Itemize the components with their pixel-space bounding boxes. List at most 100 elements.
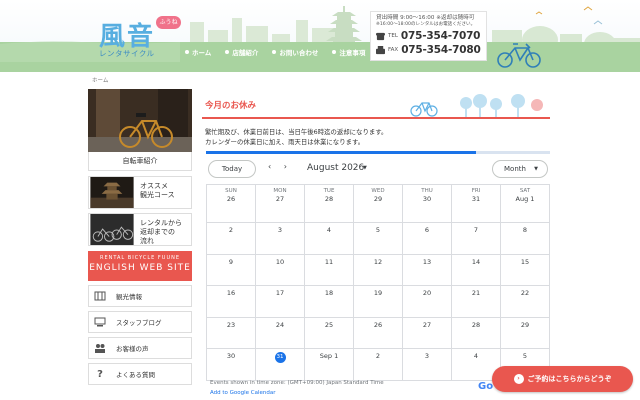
day-cell[interactable]: 15 bbox=[501, 254, 550, 286]
day-cell[interactable]: 6 bbox=[403, 223, 452, 255]
day-cell[interactable]: 25 bbox=[305, 317, 354, 349]
bicycle-photo[interactable] bbox=[88, 89, 192, 152]
bullet-icon bbox=[332, 50, 337, 54]
day-cell[interactable]: 12 bbox=[354, 254, 403, 286]
main-content: 今月のお休み 繁忙期及び、休業日前日は、当日午後6時迄の返却になります。 カレン… bbox=[202, 89, 550, 147]
sidebar-item-sightseeing[interactable]: 観光情報 bbox=[88, 285, 192, 307]
breadcrumb-home[interactable]: ホーム bbox=[92, 78, 108, 84]
add-to-google-calendar-link[interactable]: Add to Google Calendar bbox=[210, 390, 276, 396]
month-label[interactable]: August 2026 bbox=[307, 163, 364, 173]
question-icon: ? bbox=[97, 368, 103, 380]
day-cell[interactable]: 8 bbox=[501, 223, 550, 255]
sidebar-item-blog[interactable]: スタッフブログ bbox=[88, 311, 192, 333]
nav-item-contact[interactable]: お問い合わせ bbox=[272, 47, 318, 57]
day-cell[interactable]: 11 bbox=[305, 254, 354, 286]
english-site-banner[interactable]: RENTAL BICYCLE FUUNE ENGLISH WEB SITE bbox=[88, 251, 192, 281]
bicycle-photo-illustration bbox=[88, 89, 192, 152]
map-icon bbox=[89, 286, 111, 306]
day-cell[interactable]: 2 bbox=[207, 223, 256, 255]
day-cell[interactable]: 29 bbox=[501, 317, 550, 349]
day-cell[interactable]: 28 bbox=[452, 317, 501, 349]
fax-row: FAX 075-354-7080 bbox=[376, 44, 481, 56]
timezone-text: Events shown in time zone: (GMT+09:00) J… bbox=[210, 380, 384, 386]
reservation-button-label: ご予約はこちらからどうぞ bbox=[527, 375, 612, 383]
caret-down-icon[interactable]: ▼ bbox=[363, 165, 367, 171]
day-cell[interactable]: 5 bbox=[354, 223, 403, 255]
rental-flow-label: レンタルから 返却までの 流れ bbox=[140, 219, 182, 245]
prev-month-button[interactable]: ‹ bbox=[268, 162, 271, 171]
sidebar-item-label: 観光情報 bbox=[116, 293, 142, 301]
nav-item-shop[interactable]: 店舗紹介 bbox=[225, 47, 258, 57]
english-banner-small: RENTAL BICYCLE FUUNE bbox=[99, 255, 181, 261]
calendar-toolbar: Today ‹ › August 2026 ▼ Month ▼ bbox=[206, 154, 550, 184]
pagoda-thumbnail bbox=[90, 177, 134, 208]
calendar-week-row: 23 24 25 26 27 28 29 bbox=[207, 317, 550, 349]
day-cell[interactable]: MON 27 bbox=[256, 185, 305, 223]
next-month-button[interactable]: › bbox=[284, 162, 287, 171]
sidebar-item-label: お客様の声 bbox=[116, 345, 149, 353]
tel-row[interactable]: TEL 075-354-7070 bbox=[376, 30, 481, 42]
day-cell[interactable]: 17 bbox=[256, 286, 305, 318]
breadcrumb[interactable]: ホーム bbox=[92, 76, 108, 84]
hours-note: ※16:00～18:00のレンタルはお電話ください。 bbox=[376, 22, 476, 27]
site-header: 風音 ふうね レンタサイクル ホーム 店舗紹介 お問い合わせ 注意事項 貸出時間… bbox=[0, 0, 640, 72]
day-cell[interactable]: TUE 28 bbox=[305, 185, 354, 223]
view-selector[interactable]: Month ▼ bbox=[492, 160, 548, 178]
holiday-notice: 繁忙期及び、休業日前日は、当日午後6時迄の返却になります。 カレンダーの休業日に… bbox=[202, 127, 550, 147]
today-marker: 31 bbox=[274, 352, 286, 363]
day-cell[interactable]: 7 bbox=[452, 223, 501, 255]
arrow-right-icon: › bbox=[513, 374, 524, 384]
tel-number[interactable]: 075-354-7070 bbox=[401, 30, 481, 42]
rental-flow-card[interactable]: レンタルから 返却までの 流れ bbox=[88, 213, 192, 246]
logo-badge: ふうね bbox=[156, 16, 181, 29]
phone-icon bbox=[376, 32, 385, 40]
day-cell[interactable]: THU 30 bbox=[403, 185, 452, 223]
day-cell[interactable]: 22 bbox=[501, 286, 550, 318]
bike-intro-link[interactable]: 自転車紹介 bbox=[88, 152, 192, 171]
day-cell[interactable]: SAT Aug 1 bbox=[501, 185, 550, 223]
day-cell[interactable]: 30 bbox=[207, 349, 256, 381]
bicycles-thumbnail bbox=[90, 214, 134, 245]
day-cell[interactable]: 16 bbox=[207, 286, 256, 318]
nav-item-notes[interactable]: 注意事項 bbox=[332, 47, 365, 57]
day-cell[interactable]: 19 bbox=[354, 286, 403, 318]
bullet-icon bbox=[272, 50, 277, 54]
nav-item-home[interactable]: ホーム bbox=[185, 47, 211, 57]
day-cell[interactable]: 20 bbox=[403, 286, 452, 318]
day-cell[interactable]: 3 bbox=[403, 349, 452, 381]
day-cell[interactable]: SUN 26 bbox=[207, 185, 256, 223]
day-cell[interactable]: 24 bbox=[256, 317, 305, 349]
contact-box: 貸出時間 9:00～16:00 ※返却は随時可 ※16:00～18:00のレンタ… bbox=[370, 11, 487, 61]
day-cell[interactable]: Sep 1 bbox=[305, 349, 354, 381]
page-title: 今月のお休み bbox=[205, 101, 257, 111]
sidebar: 自転車紹介 オススメ 観光コース レンタルから 返却までの 流れ RENTAL … bbox=[88, 89, 192, 385]
day-cell[interactable]: 23 bbox=[207, 317, 256, 349]
day-cell[interactable]: 9 bbox=[207, 254, 256, 286]
day-cell-today[interactable]: 31 bbox=[256, 349, 305, 381]
today-button[interactable]: Today bbox=[208, 160, 256, 178]
sidebar-item-faq[interactable]: ? よくある質問 bbox=[88, 363, 192, 385]
calendar-week-row: 16 17 18 19 20 21 22 bbox=[207, 286, 550, 318]
sidebar-item-label: よくある質問 bbox=[116, 371, 155, 379]
reservation-button[interactable]: › ご予約はこちらからどうぞ bbox=[492, 366, 633, 392]
day-cell[interactable]: 27 bbox=[403, 317, 452, 349]
day-cell[interactable]: 14 bbox=[452, 254, 501, 286]
section-header: 今月のお休み bbox=[202, 89, 550, 119]
day-cell[interactable]: 10 bbox=[256, 254, 305, 286]
sightseeing-course-card[interactable]: オススメ 観光コース bbox=[88, 176, 192, 209]
day-cell[interactable]: 2 bbox=[354, 349, 403, 381]
sidebar-item-reviews[interactable]: お客様の声 bbox=[88, 337, 192, 359]
day-cell[interactable]: 18 bbox=[305, 286, 354, 318]
day-cell[interactable]: 21 bbox=[452, 286, 501, 318]
logo-subtitle: レンタサイクル bbox=[99, 49, 155, 58]
day-cell[interactable]: WED 29 bbox=[354, 185, 403, 223]
english-banner-title: ENGLISH WEB SITE bbox=[89, 263, 191, 273]
day-cell[interactable]: 3 bbox=[256, 223, 305, 255]
view-selector-label: Month bbox=[504, 165, 526, 173]
fax-icon bbox=[376, 45, 385, 54]
day-cell[interactable]: 4 bbox=[305, 223, 354, 255]
bullet-icon bbox=[185, 50, 189, 54]
day-cell[interactable]: FRI 31 bbox=[452, 185, 501, 223]
day-cell[interactable]: 13 bbox=[403, 254, 452, 286]
day-cell[interactable]: 26 bbox=[354, 317, 403, 349]
